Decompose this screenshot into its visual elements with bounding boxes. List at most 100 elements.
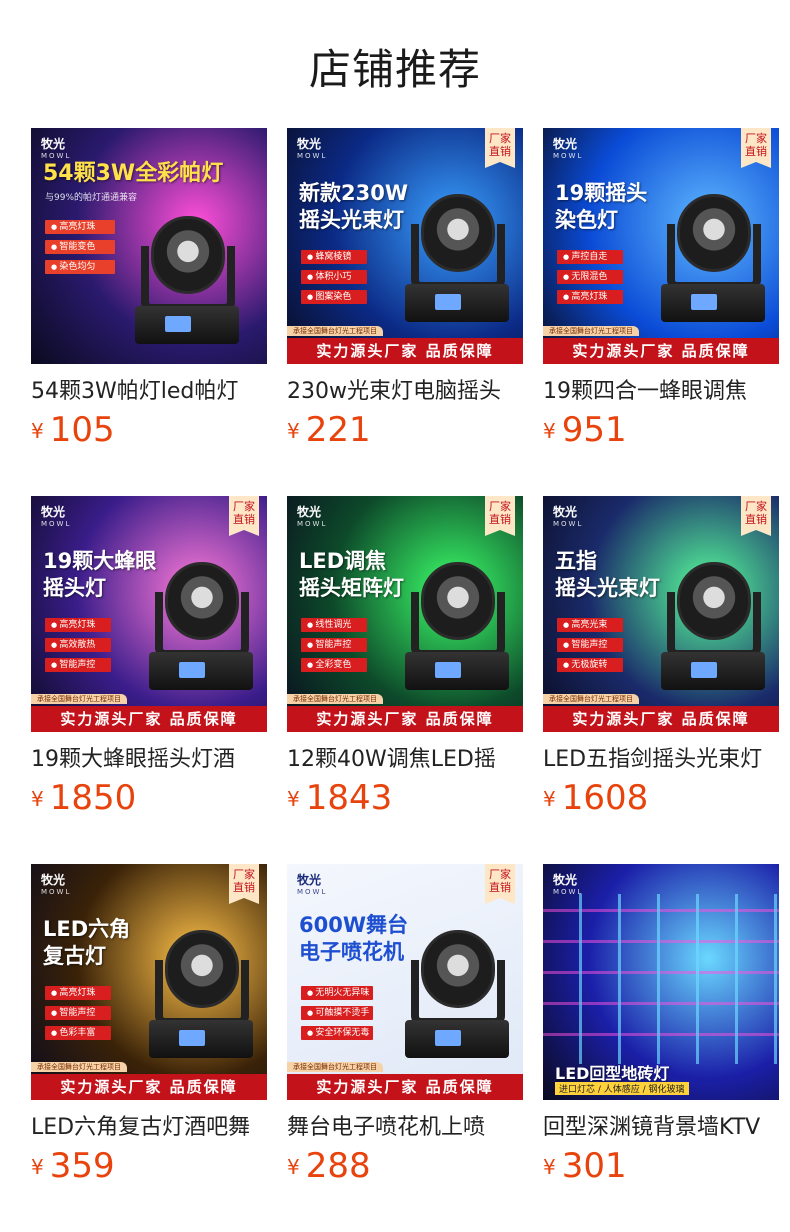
product-title[interactable]: 舞台电子喷花机上喷	[287, 1112, 523, 1144]
currency-symbol: ¥	[31, 787, 44, 811]
project-tag: 承接全国舞台灯光工程项目	[287, 326, 383, 336]
light-fixture-icon	[405, 922, 509, 1062]
product-image[interactable]: 牧光MOWL 厂家 直销 LED六角 复古灯高亮灯珠智能声控色彩丰富承接全国舞台灯光…	[31, 864, 267, 1100]
price-value: 288	[305, 1146, 371, 1186]
price-value: 105	[49, 410, 115, 450]
feature-tag: 智能变色	[45, 240, 115, 254]
product-price: ¥221	[287, 410, 523, 450]
image-subline: 进口灯芯 / 人体感应 / 钢化玻璃	[555, 1082, 689, 1095]
image-headline: 19颗摇头 染色灯	[555, 181, 648, 232]
product-card[interactable]: 牧光MOWL 厂家 直销五指 摇头光束灯高亮光束智能声控无极旋转承接全国舞台灯光工…	[543, 496, 779, 818]
feature-list: 蜂窝棱镜体积小巧图案染色	[301, 250, 367, 310]
price-value: 1608	[561, 778, 649, 818]
feature-tag: 声控自走	[557, 250, 623, 264]
product-image[interactable]: 牧光MOWL54颗3W全彩帕灯与99%的帕灯通通兼容高亮灯珠智能变色染色均匀	[31, 128, 267, 364]
fixture-base	[405, 652, 509, 690]
fixture-base	[405, 1020, 509, 1058]
feature-tag: 色彩丰富	[45, 1026, 111, 1040]
image-headline: LED六角 复古灯	[43, 917, 131, 968]
product-title[interactable]: 230w光束灯电脑摇头	[287, 376, 523, 408]
fixture-base	[661, 284, 765, 322]
currency-symbol: ¥	[543, 1155, 556, 1179]
product-card[interactable]: 牧光MOWL 厂家 直销 19颗摇头 染色灯声控自走无限混色高亮灯珠承接全国舞台灯光…	[543, 128, 779, 450]
product-title[interactable]: LED六角复古灯酒吧舞	[31, 1112, 267, 1144]
product-title[interactable]: 19颗四合一蜂眼调焦	[543, 376, 779, 408]
fixture-yoke	[155, 592, 249, 658]
quality-banner: 实力源头厂家 品质保障	[31, 706, 267, 732]
product-card[interactable]: 牧光 MOWL LED回型地砖灯 进口灯芯 / 人体感应 / 钢化玻璃回型深渊镜背景墙…	[543, 864, 779, 1186]
product-card[interactable]: 牧光MOWL 厂家 直销 LED六角 复古灯高亮灯珠智能声控色彩丰富承接全国舞台灯光…	[31, 864, 267, 1186]
product-title[interactable]: 回型深渊镜背景墙KTV	[543, 1112, 779, 1144]
feature-tag: 全彩变色	[301, 658, 367, 672]
page-title: 店铺推荐	[308, 45, 481, 94]
feature-list: 线性调光智能声控全彩变色	[301, 618, 367, 678]
feature-tag: 线性调光	[301, 618, 367, 632]
product-card[interactable]: 牧光MOWL 厂家 直销新款230W 摇头光束灯蜂窝棱镜体积小巧图案染色承接全国舞…	[287, 128, 523, 450]
product-card[interactable]: 牧光MOWL 厂家 直销 600W舞台 电子喷花机无明火无异味可触摸不烫手安全环保无…	[287, 864, 523, 1186]
quality-banner: 实力源头厂家 品质保障	[543, 706, 779, 732]
currency-symbol: ¥	[287, 1155, 300, 1179]
factory-direct-badge: 厂家 直销	[229, 496, 259, 536]
feature-tag: 智能声控	[45, 658, 111, 672]
project-tag: 承接全国舞台灯光工程项目	[543, 694, 639, 704]
fixture-yoke	[155, 960, 249, 1026]
product-price: ¥1843	[287, 778, 523, 818]
product-title[interactable]: 12颗40W调焦LED摇	[287, 744, 523, 776]
feature-list: 高亮灯珠智能声控色彩丰富	[45, 986, 111, 1046]
project-tag: 承接全国舞台灯光工程项目	[543, 326, 639, 336]
product-card[interactable]: 牧光MOWL 厂家 直销 19颗大蜂眼 摇头灯高亮灯珠高效散热智能声控承接全国舞台灯…	[31, 496, 267, 818]
feature-tag: 无限混色	[557, 270, 623, 284]
product-image[interactable]: 牧光MOWL 厂家 直销五指 摇头光束灯高亮光束智能声控无极旋转承接全国舞台灯光工…	[543, 496, 779, 732]
product-title[interactable]: 19颗大蜂眼摇头灯酒	[31, 744, 267, 776]
product-image[interactable]: 牧光MOWL 厂家 直销 600W舞台 电子喷花机无明火无异味可触摸不烫手安全环保无…	[287, 864, 523, 1100]
product-image[interactable]: 牧光MOWL 厂家 直销新款230W 摇头光束灯蜂窝棱镜体积小巧图案染色承接全国舞…	[287, 128, 523, 364]
brand-logo: 牧光 MOWL	[297, 137, 328, 160]
product-image[interactable]: 牧光 MOWL LED回型地砖灯 进口灯芯 / 人体感应 / 钢化玻璃	[543, 864, 779, 1100]
product-price: ¥288	[287, 1146, 523, 1186]
product-card[interactable]: 牧光MOWL54颗3W全彩帕灯与99%的帕灯通通兼容高亮灯珠智能变色染色均匀54…	[31, 128, 267, 450]
product-title[interactable]: LED五指剑摇头光束灯	[543, 744, 779, 776]
product-card[interactable]: 牧光MOWL 厂家 直销 LED调焦 摇头矩阵灯线性调光智能声控全彩变色承接全国舞台…	[287, 496, 523, 818]
currency-symbol: ¥	[287, 787, 300, 811]
feature-tag: 智能声控	[45, 1006, 111, 1020]
image-headline: 19颗大蜂眼 摇头灯	[43, 549, 157, 600]
feature-tag: 高亮灯珠	[45, 618, 111, 632]
product-title[interactable]: 54颗3W帕灯led帕灯	[31, 376, 267, 408]
currency-symbol: ¥	[31, 419, 44, 443]
image-headline: 600W舞台 电子喷花机	[299, 913, 408, 964]
product-image[interactable]: 牧光MOWL 厂家 直销 LED调焦 摇头矩阵灯线性调光智能声控全彩变色承接全国舞台…	[287, 496, 523, 732]
price-value: 1850	[49, 778, 137, 818]
feature-tag: 高亮灯珠	[557, 290, 623, 304]
brand-logo: 牧光 MOWL	[41, 505, 72, 528]
light-fixture-icon	[405, 186, 509, 326]
fixture-yoke	[411, 224, 505, 290]
product-price: ¥359	[31, 1146, 267, 1186]
light-fixture-icon	[661, 186, 765, 326]
fixture-yoke	[667, 592, 761, 658]
fixture-base	[149, 1020, 253, 1058]
feature-tag: 染色均匀	[45, 260, 115, 274]
feature-tag: 可触摸不烫手	[301, 1006, 373, 1020]
currency-symbol: ¥	[543, 787, 556, 811]
fixture-base	[135, 306, 239, 344]
factory-direct-badge: 厂家 直销	[485, 864, 515, 904]
fixture-yoke	[667, 224, 761, 290]
price-value: 359	[49, 1146, 115, 1186]
feature-list: 高亮灯珠智能变色染色均匀	[45, 220, 115, 280]
feature-tag: 智能声控	[557, 638, 623, 652]
currency-symbol: ¥	[287, 419, 300, 443]
feature-list: 声控自走无限混色高亮灯珠	[557, 250, 623, 310]
fixture-yoke	[411, 960, 505, 1026]
product-price: ¥301	[543, 1146, 779, 1186]
currency-symbol: ¥	[31, 1155, 44, 1179]
quality-banner: 实力源头厂家 品质保障	[287, 706, 523, 732]
feature-list: 高亮光束智能声控无极旋转	[557, 618, 623, 678]
feature-tag: 图案染色	[301, 290, 367, 304]
feature-tag: 智能声控	[301, 638, 367, 652]
product-image[interactable]: 牧光MOWL 厂家 直销 19颗大蜂眼 摇头灯高亮灯珠高效散热智能声控承接全国舞台灯…	[31, 496, 267, 732]
product-price: ¥1850	[31, 778, 267, 818]
image-headline: 新款230W 摇头光束灯	[299, 181, 408, 232]
product-price: ¥105	[31, 410, 267, 450]
product-image[interactable]: 牧光MOWL 厂家 直销 19颗摇头 染色灯声控自走无限混色高亮灯珠承接全国舞台灯光…	[543, 128, 779, 364]
product-price: ¥951	[543, 410, 779, 450]
